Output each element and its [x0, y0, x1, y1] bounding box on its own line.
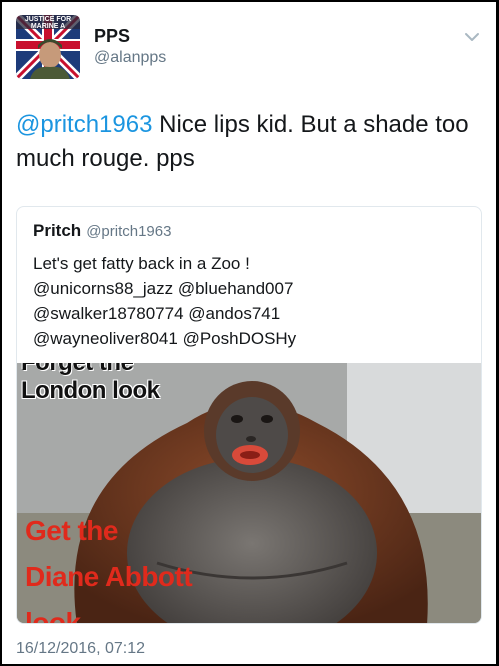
- quoted-tweet-text: Let's get fatty back in a Zoo ! @unicorn…: [33, 254, 297, 348]
- quoted-tweet-header: Pritch @pritch1963: [33, 221, 171, 241]
- image-caption-partial-bottom: look: [25, 607, 81, 624]
- display-name[interactable]: PPS: [94, 26, 130, 47]
- image-caption-partial-top: Forget the: [21, 363, 134, 377]
- quoted-tweet-card[interactable]: Pritch @pritch1963 Let's get fatty back i…: [16, 206, 482, 624]
- image-caption-top: London look: [21, 377, 160, 404]
- tweet-timestamp[interactable]: 16/12/2016, 07:12: [16, 640, 145, 658]
- quoted-tweet-image[interactable]: Forget the London look Get the Diane Abb…: [17, 363, 481, 624]
- avatar[interactable]: JUSTICE FOR MARINE A: [16, 15, 80, 79]
- user-handle[interactable]: @alanpps: [94, 49, 166, 67]
- tweet-text: @pritch1963 Nice lips kid. But a shade t…: [16, 108, 486, 176]
- image-caption-red-2: Diane Abbott: [25, 561, 193, 592]
- image-caption-red-1: Get the: [25, 515, 118, 546]
- mention-link[interactable]: @pritch1963: [16, 111, 152, 138]
- quoted-display-name: Pritch: [33, 221, 82, 240]
- tweet-container: JUSTICE FOR MARINE A PPS @alanpps @pritc…: [2, 2, 496, 664]
- quoted-handle: @pritch1963: [86, 223, 172, 240]
- avatar-banner-text: JUSTICE FOR MARINE A: [24, 16, 72, 30]
- chevron-down-icon[interactable]: [464, 30, 480, 42]
